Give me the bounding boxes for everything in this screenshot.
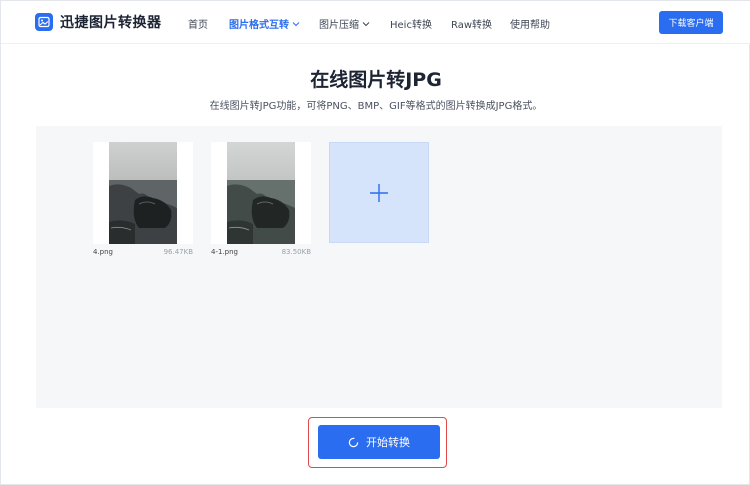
download-client-button[interactable]: 下载客户端 [659,11,723,34]
upload-panel[interactable]: 4.png 96.47KB 4-1.png 83.50KB [36,126,722,408]
coast-photo-thumbnail [109,142,177,244]
app-logo[interactable]: 迅捷图片转换器 [35,12,162,32]
chevron-down-icon [362,21,370,26]
file-name: 4-1.png [211,248,238,256]
coast-photo-thumbnail [227,142,295,244]
file-size: 96.47KB [163,248,193,256]
nav-item-help[interactable]: 使用帮助 [510,16,550,31]
app-name: 迅捷图片转换器 [60,15,162,31]
file-thumbnail[interactable] [211,142,311,244]
start-convert-label: 开始转换 [366,436,410,449]
nav-item-raw[interactable]: Raw转换 [451,16,492,31]
nav-item-label: 图片格式互转 [229,20,289,31]
page-subtitle: 在线图片转JPG功能，可将PNG、BMP、GIF等格式的图片转换成JPG格式。 [209,101,543,112]
file-name: 4.png [93,248,114,256]
file-thumbnail[interactable] [93,142,193,244]
add-image-button[interactable] [329,142,429,243]
loading-circle-icon [348,437,359,447]
page-title: 在线图片转JPG [310,69,442,91]
image-converter-logo-icon [35,13,53,31]
file-size: 83.50KB [281,248,311,256]
top-header: 迅捷图片转换器 首页 图片格式互转 图片压缩 Heic转换 Raw转换 使用帮助… [1,1,750,44]
chevron-down-icon [292,21,300,26]
nav-item-format-convert[interactable]: 图片格式互转 [229,16,300,31]
nav-item-compress[interactable]: 图片压缩 [319,16,370,31]
plus-icon [370,183,388,202]
nav-item-label: 图片压缩 [319,20,359,31]
start-convert-button[interactable]: 开始转换 [318,425,440,459]
nav-item-heic[interactable]: Heic转换 [390,16,432,31]
nav-item-home[interactable]: 首页 [188,16,208,31]
